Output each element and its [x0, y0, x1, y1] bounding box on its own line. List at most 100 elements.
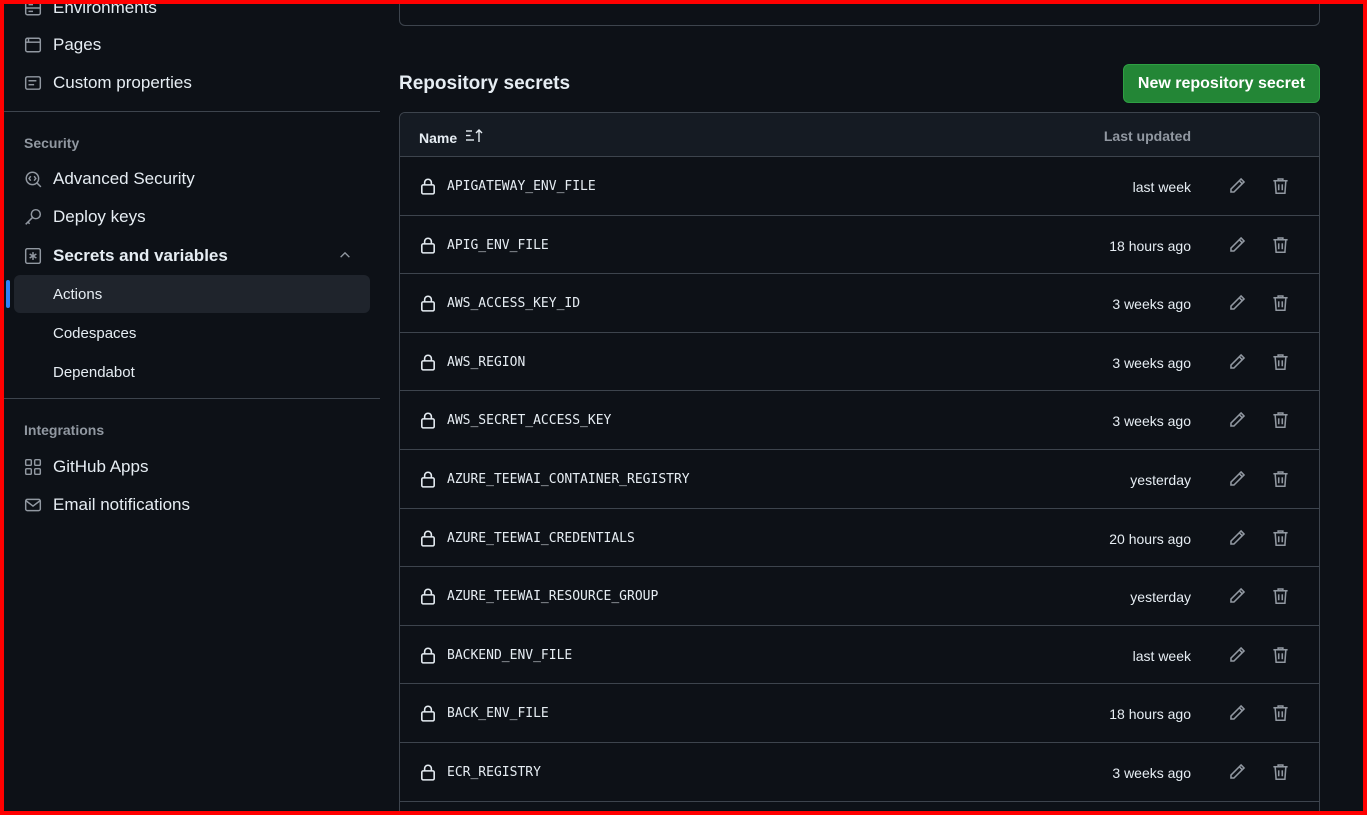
table-row: AZURE_TEEWAI_CONTAINER_REGISTRY yesterday — [400, 450, 1319, 509]
delete-trash-icon[interactable] — [1271, 586, 1290, 610]
lock-icon — [419, 411, 437, 434]
key-icon — [24, 208, 42, 226]
delete-trash-icon[interactable] — [1271, 645, 1290, 669]
last-updated-value: 3 weeks ago — [1112, 764, 1191, 781]
lock-icon — [419, 704, 437, 727]
lock-icon — [419, 353, 437, 376]
asterisk-icon — [24, 247, 42, 265]
secret-name: AZURE_TEEWAI_CREDENTIALS — [447, 530, 635, 546]
edit-pencil-icon[interactable] — [1228, 352, 1247, 376]
sort-by-name[interactable]: Name — [419, 128, 485, 147]
browser-icon — [24, 36, 42, 54]
column-header-last-updated: Last updated — [1103, 128, 1191, 144]
last-updated-value: 20 hours ago — [1109, 530, 1191, 547]
secret-name: APIGATEWAY_ENV_FILE — [447, 179, 596, 194]
table-row: AZURE_TEEWAI_RESOURCE_GROUP yesterday — [400, 567, 1319, 626]
sidebar-item-environments[interactable]: Environments — [14, 4, 370, 26]
note-icon — [24, 74, 42, 92]
sidebar-subitem-dependabot[interactable]: Dependabot — [14, 353, 370, 391]
table-row: APIGATEWAY_ENV_FILE last week — [400, 157, 1319, 216]
secret-name: AZURE_TEEWAI_CONTAINER_REGISTRY — [447, 471, 690, 487]
edit-pencil-icon[interactable] — [1228, 176, 1247, 200]
table-row: AWS_REGION 3 weeks ago — [400, 333, 1319, 392]
last-updated-value: 3 weeks ago — [1112, 296, 1191, 313]
table-row: BACKEND_ENV_FILE last week — [400, 626, 1319, 685]
sidebar-item-label: Custom properties — [53, 73, 192, 92]
edit-pencil-icon[interactable] — [1228, 410, 1247, 434]
secret-name: AZURE_TEEWAI_RESOURCE_GROUP — [447, 589, 659, 605]
column-header-name: Name — [419, 129, 458, 146]
delete-trash-icon[interactable] — [1271, 235, 1290, 259]
last-updated-value: 18 hours ago — [1109, 237, 1191, 254]
last-updated-value: 3 weeks ago — [1112, 354, 1191, 371]
edit-pencil-icon[interactable] — [1228, 528, 1247, 552]
table-body: APIGATEWAY_ENV_FILE last week APIG_ENV_FIL… — [400, 157, 1319, 802]
table-header: Name Last updated — [400, 113, 1319, 157]
server-icon — [24, 4, 42, 17]
last-updated-value: 18 hours ago — [1109, 706, 1191, 723]
lock-icon — [419, 294, 437, 317]
secret-name: AWS_ACCESS_KEY_ID — [447, 296, 581, 312]
secret-name: BACK_ENV_FILE — [447, 706, 549, 722]
lock-icon — [419, 587, 437, 610]
delete-trash-icon[interactable] — [1271, 469, 1290, 493]
delete-trash-icon[interactable] — [1271, 762, 1290, 786]
sidebar-item-label: Environments — [53, 4, 157, 17]
sidebar-item-label: Advanced Security — [53, 169, 195, 188]
lock-icon — [419, 763, 437, 786]
active-indicator — [6, 280, 10, 308]
table-row: AZURE_TEEWAI_CREDENTIALS 20 hours ago — [400, 509, 1319, 568]
section-title-integrations: Integrations — [24, 422, 105, 438]
new-repository-secret-button[interactable]: New repository secret — [1123, 64, 1320, 103]
secrets-table: Name Last updated APIGATEWAY_ENV_FILE las… — [399, 112, 1320, 811]
secret-name: AWS_REGION — [447, 354, 526, 370]
edit-pencil-icon[interactable] — [1228, 645, 1247, 669]
secret-name: APIG_ENV_FILE — [447, 237, 549, 253]
lock-icon — [419, 177, 437, 200]
edit-pencil-icon[interactable] — [1228, 703, 1247, 727]
table-row: BACK_ENV_FILE 18 hours ago — [400, 684, 1319, 743]
table-row: ECR_REGISTRY 3 weeks ago — [400, 743, 1319, 802]
lock-icon — [419, 646, 437, 669]
secret-name: AWS_SECRET_ACCESS_KEY — [447, 413, 612, 429]
sidebar-item-deploy-keys[interactable]: Deploy keys — [14, 199, 370, 235]
sidebar-subitem-codespaces[interactable]: Codespaces — [14, 314, 370, 352]
settings-page: Environments Pages Custom properties Sec… — [4, 4, 1363, 811]
sidebar-divider — [4, 111, 380, 112]
sidebar-item-email-notifications[interactable]: Email notifications — [14, 487, 370, 523]
delete-trash-icon[interactable] — [1271, 176, 1290, 200]
last-updated-value: yesterday — [1130, 471, 1191, 488]
delete-trash-icon[interactable] — [1271, 410, 1290, 434]
sidebar-item-advanced-security[interactable]: Advanced Security — [14, 161, 370, 197]
apps-icon — [24, 458, 42, 476]
sidebar-subitem-actions[interactable]: Actions — [14, 275, 370, 313]
sidebar-item-label: GitHub Apps — [53, 457, 149, 476]
lock-icon — [419, 470, 437, 493]
sidebar-divider — [4, 398, 380, 399]
sidebar-item-github-apps[interactable]: GitHub Apps — [14, 449, 370, 485]
secret-name: BACKEND_ENV_FILE — [447, 647, 573, 663]
delete-trash-icon[interactable] — [1271, 293, 1290, 317]
secret-name: ECR_REGISTRY — [447, 764, 541, 780]
lock-icon — [419, 529, 437, 552]
last-updated-value: last week — [1132, 179, 1191, 195]
previous-section-box — [399, 4, 1320, 26]
edit-pencil-icon[interactable] — [1228, 469, 1247, 493]
edit-pencil-icon[interactable] — [1228, 762, 1247, 786]
delete-trash-icon[interactable] — [1271, 528, 1290, 552]
page-title: Repository secrets — [399, 73, 571, 94]
sidebar-item-pages[interactable]: Pages — [14, 27, 370, 63]
edit-pencil-icon[interactable] — [1228, 293, 1247, 317]
sidebar-item-label: Deploy keys — [53, 207, 146, 226]
codescan-icon — [24, 170, 42, 188]
last-updated-value: yesterday — [1130, 589, 1191, 606]
delete-trash-icon[interactable] — [1271, 703, 1290, 727]
chevron-up-icon[interactable] — [338, 248, 352, 267]
sidebar-item-secrets-and-variables[interactable]: Secrets and variables — [14, 238, 370, 274]
sidebar-item-custom-properties[interactable]: Custom properties — [14, 65, 370, 101]
mail-icon — [24, 496, 42, 514]
last-updated-value: 3 weeks ago — [1112, 413, 1191, 430]
edit-pencil-icon[interactable] — [1228, 235, 1247, 259]
edit-pencil-icon[interactable] — [1228, 586, 1247, 610]
delete-trash-icon[interactable] — [1271, 352, 1290, 376]
